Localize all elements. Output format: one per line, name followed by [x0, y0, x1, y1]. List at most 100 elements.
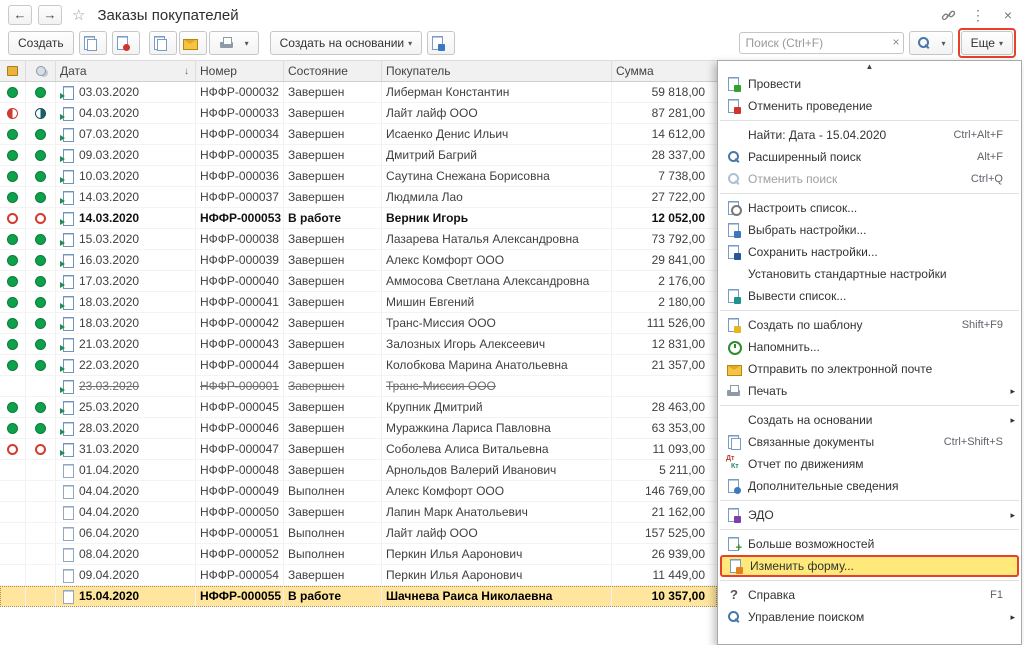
payment-status-icon: [35, 129, 46, 140]
order-customer: Перкин Илья Ааронович: [386, 568, 522, 582]
envelope-icon: [182, 35, 198, 51]
menu-scroll-up-icon[interactable]: ▲: [718, 61, 1021, 73]
table-row[interactable]: 23.03.2020 НФФР-000001 Завершен Транс-Ми…: [0, 376, 717, 397]
table-row[interactable]: 15.04.2020 НФФР-000055 В работе Шачнева …: [0, 586, 717, 607]
table-row[interactable]: 31.03.2020 НФФР-000047 Завершен Соболева…: [0, 439, 717, 460]
forward-button[interactable]: →: [38, 5, 62, 25]
copy-button[interactable]: [149, 31, 177, 55]
document-icon: [60, 191, 74, 204]
create-by-copy-button[interactable]: [79, 31, 107, 55]
order-customer: Транс-Миссия ООО: [386, 379, 496, 393]
order-number: НФФР-000053: [200, 211, 281, 225]
table-row[interactable]: 09.04.2020 НФФР-000054 Завершен Перкин И…: [0, 565, 717, 586]
table-row[interactable]: 21.03.2020 НФФР-000043 Завершен Залозных…: [0, 334, 717, 355]
menu-item[interactable]: Создать по шаблону Shift+F9 ▸: [718, 314, 1021, 336]
more-button[interactable]: Еще ▾: [961, 31, 1013, 55]
shipment-status-column-header[interactable]: [0, 61, 26, 81]
table-row[interactable]: 28.03.2020 НФФР-000046 Завершен Муражкин…: [0, 418, 717, 439]
table-row[interactable]: 04.04.2020 НФФР-000049 Выполнен Алекс Ко…: [0, 481, 717, 502]
back-button[interactable]: ←: [8, 5, 32, 25]
menu-item[interactable]: ЭДО ▸: [718, 504, 1021, 526]
order-number: НФФР-000047: [200, 442, 279, 456]
order-amount: 2 180,00: [658, 295, 705, 309]
order-amount: 2 176,00: [658, 274, 705, 288]
table-row[interactable]: 25.03.2020 НФФР-000045 Завершен Крупник …: [0, 397, 717, 418]
order-number: НФФР-000035: [200, 148, 279, 162]
search-input[interactable]: [739, 32, 904, 54]
menu-item[interactable]: Управление поиском ▸: [718, 606, 1021, 628]
table-row[interactable]: 07.03.2020 НФФР-000034 Завершен Исаенко …: [0, 124, 717, 145]
date-column-header[interactable]: Дата ↓: [56, 61, 196, 81]
payment-status-column-header[interactable]: [26, 61, 56, 81]
close-icon[interactable]: ×: [1000, 7, 1016, 23]
table-row[interactable]: 18.03.2020 НФФР-000042 Завершен Транс-Ми…: [0, 313, 717, 334]
menu-item[interactable]: Расширенный поиск Alt+F ▸: [718, 146, 1021, 168]
shipment-status-icon: [7, 297, 18, 308]
amount-column-header[interactable]: Сумма: [612, 61, 717, 81]
menu-item[interactable]: Справка F1 ▸: [718, 584, 1021, 606]
menu-item-icon: [726, 383, 742, 399]
kebab-menu-icon[interactable]: ⋮: [970, 7, 986, 23]
table-row[interactable]: 10.03.2020 НФФР-000036 Завершен Саутина …: [0, 166, 717, 187]
table-row[interactable]: 09.03.2020 НФФР-000035 Завершен Дмитрий …: [0, 145, 717, 166]
table-row[interactable]: 14.03.2020 НФФР-000037 Завершен Людмила …: [0, 187, 717, 208]
order-customer: Лазарева Наталья Александровна: [386, 232, 579, 246]
set-period-button[interactable]: [112, 31, 140, 55]
table-row[interactable]: 15.03.2020 НФФР-000038 Завершен Лазарева…: [0, 229, 717, 250]
create-based-on-button[interactable]: Создать на основании ▾: [270, 31, 423, 55]
table-row[interactable]: 18.03.2020 НФФР-000041 Завершен Мишин Ев…: [0, 292, 717, 313]
order-number: НФФР-000050: [200, 505, 279, 519]
menu-item[interactable]: Создать на основании ▸: [718, 409, 1021, 431]
number-column-header[interactable]: Номер: [196, 61, 284, 81]
menu-item[interactable]: Выбрать настройки... ▸: [718, 219, 1021, 241]
menu-item[interactable]: Отчет по движениям ▸: [718, 453, 1021, 475]
menu-item[interactable]: Печать ▸: [718, 380, 1021, 402]
document-icon: [60, 485, 74, 498]
order-date: 14.03.2020: [79, 211, 139, 225]
menu-item[interactable]: Отправить по электронной почте ▸: [718, 358, 1021, 380]
order-status: Завершен: [288, 190, 344, 204]
document-icon: [60, 107, 74, 120]
customer-column-header[interactable]: Покупатель: [382, 61, 612, 81]
menu-item[interactable]: Настроить список... ▸: [718, 197, 1021, 219]
order-status: Завершен: [288, 316, 344, 330]
link-icon[interactable]: [940, 7, 956, 23]
menu-item[interactable]: Связанные документы Ctrl+Shift+S ▸: [718, 431, 1021, 453]
payment-status-icon: [35, 318, 46, 329]
menu-item[interactable]: Изменить форму... ▸: [720, 555, 1019, 577]
menu-item[interactable]: Найти: Дата - 15.04.2020 Ctrl+Alt+F ▸: [718, 124, 1021, 146]
printer-icon: [219, 35, 235, 51]
menu-item[interactable]: Отменить проведение ▸: [718, 95, 1021, 117]
table-row[interactable]: 22.03.2020 НФФР-000044 Завершен Колобков…: [0, 355, 717, 376]
menu-item[interactable]: Больше возможностей ▸: [718, 533, 1021, 555]
menu-item[interactable]: Сохранить настройки... ▸: [718, 241, 1021, 263]
status-column-header[interactable]: Состояние: [284, 61, 382, 81]
menu-separator: [720, 580, 1019, 581]
menu-item[interactable]: Отменить поиск Ctrl+Q ▸: [718, 168, 1021, 190]
search-button[interactable]: ▾: [909, 31, 953, 55]
table-row[interactable]: 14.03.2020 НФФР-000053 В работе Верник И…: [0, 208, 717, 229]
menu-item-icon: [726, 317, 742, 333]
email-button[interactable]: [179, 31, 207, 55]
table-row[interactable]: 01.04.2020 НФФР-000048 Завершен Арнольдо…: [0, 460, 717, 481]
menu-item[interactable]: Напомнить... ▸: [718, 336, 1021, 358]
related-documents-button[interactable]: [427, 31, 455, 55]
create-button[interactable]: Создать: [8, 31, 74, 55]
menu-item[interactable]: Установить стандартные настройки ▸: [718, 263, 1021, 285]
table-row[interactable]: 04.03.2020 НФФР-000033 Завершен Лайт лай…: [0, 103, 717, 124]
print-button[interactable]: ▾: [209, 31, 259, 55]
order-number: НФФР-000045: [200, 400, 279, 414]
menu-item[interactable]: Провести ▸: [718, 73, 1021, 95]
table-row[interactable]: 17.03.2020 НФФР-000040 Завершен Аммосова…: [0, 271, 717, 292]
document-icon: [60, 317, 74, 330]
favorite-star-icon[interactable]: ☆: [72, 6, 85, 24]
menu-item-shortcut: Alt+F: [967, 151, 1003, 163]
clear-search-icon[interactable]: ×: [893, 35, 900, 49]
table-row[interactable]: 16.03.2020 НФФР-000039 Завершен Алекс Ко…: [0, 250, 717, 271]
table-row[interactable]: 08.04.2020 НФФР-000052 Выполнен Перкин И…: [0, 544, 717, 565]
table-row[interactable]: 04.04.2020 НФФР-000050 Завершен Лапин Ма…: [0, 502, 717, 523]
menu-item[interactable]: Вывести список... ▸: [718, 285, 1021, 307]
table-row[interactable]: 03.03.2020 НФФР-000032 Завершен Либерман…: [0, 82, 717, 103]
menu-item[interactable]: Дополнительные сведения ▸: [718, 475, 1021, 497]
table-row[interactable]: 06.04.2020 НФФР-000051 Выполнен Лайт лай…: [0, 523, 717, 544]
